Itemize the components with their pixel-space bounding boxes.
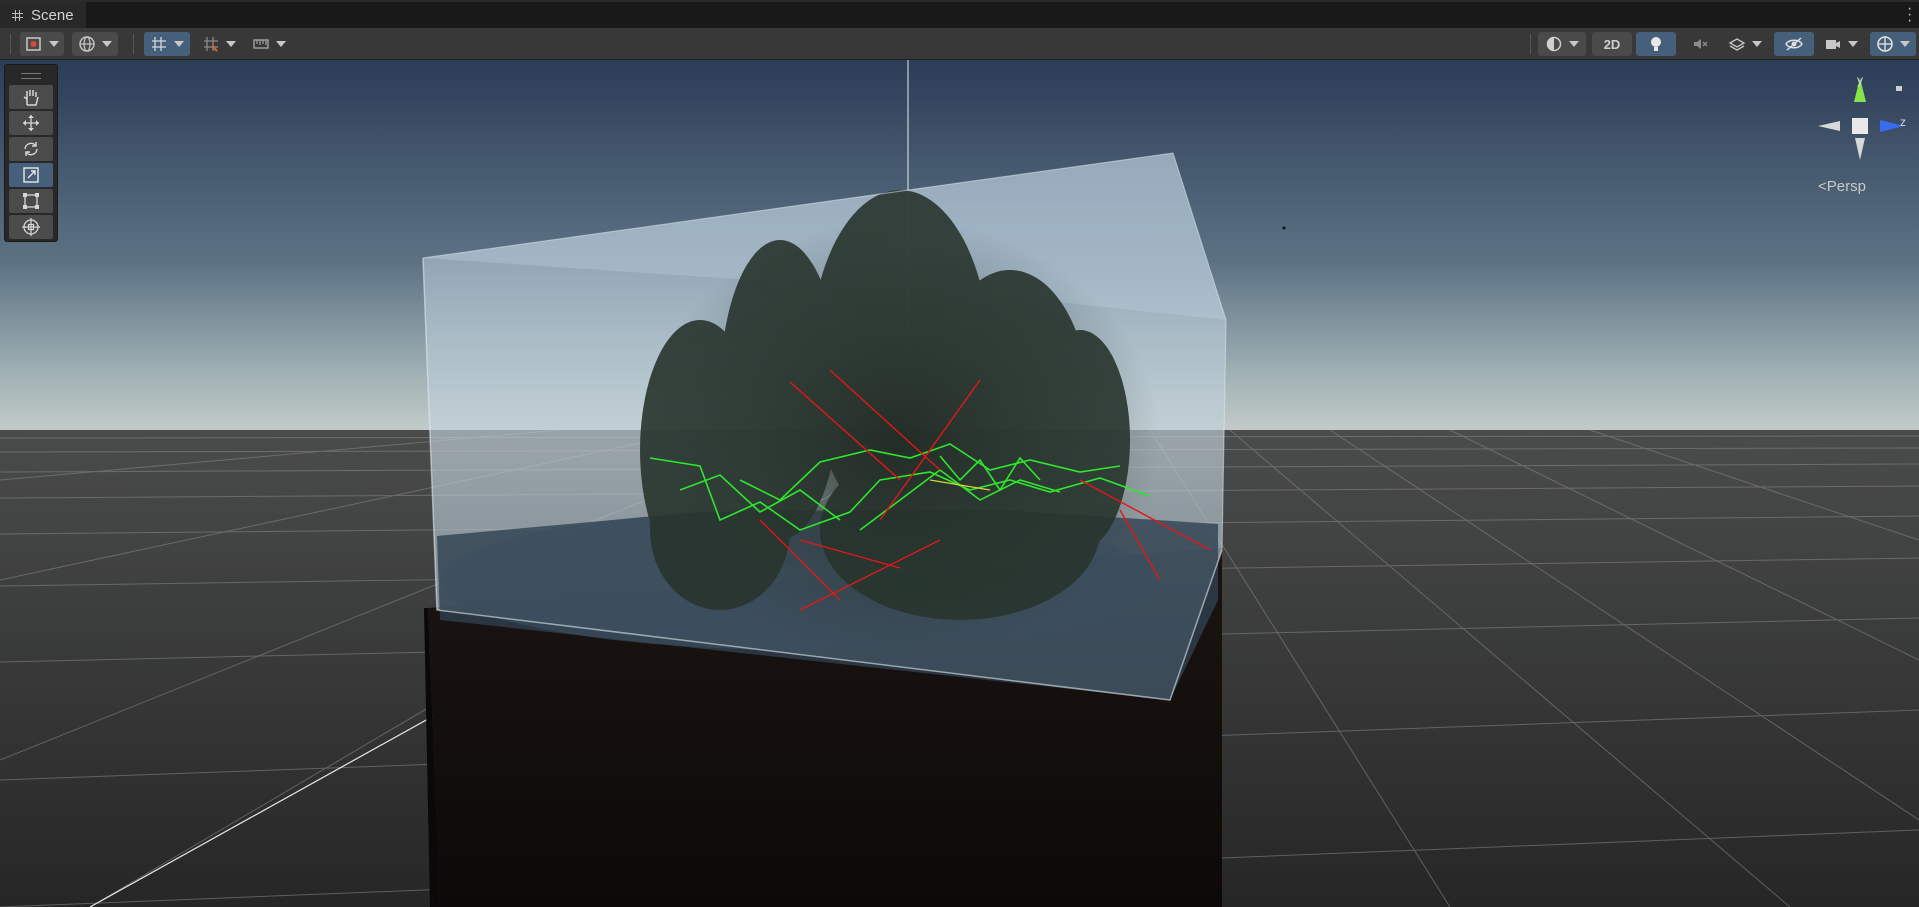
lighting-toggle[interactable] — [1636, 32, 1676, 56]
center-cube[interactable] — [1852, 118, 1868, 134]
more-options-icon[interactable]: · · · — [1907, 1, 1912, 29]
tool-handle-toggle[interactable] — [20, 32, 64, 56]
tool-palette — [4, 64, 58, 242]
scene-tab-bar: Scene · · · — [0, 0, 1919, 29]
toolbar-separator — [10, 34, 11, 54]
grid-icon — [12, 9, 23, 21]
audio-mute-icon — [1694, 39, 1708, 49]
rotate-tool[interactable] — [9, 137, 53, 161]
hand-icon — [23, 90, 39, 106]
effects-stack-icon — [1728, 38, 1746, 51]
z-axis-label: z — [1900, 115, 1906, 129]
y-axis-label: y — [1857, 74, 1863, 87]
transform-all-icon — [22, 218, 40, 236]
toggle-2d-label: 2D — [1603, 36, 1621, 52]
camera-icon — [1826, 40, 1840, 49]
neg-x-axis-handle[interactable] — [1818, 121, 1840, 131]
toolbar-separator — [133, 34, 134, 54]
pivot-global-toggle[interactable] — [72, 32, 118, 56]
projection-toggle[interactable]: <Persp — [1818, 178, 1866, 195]
globe-icon — [79, 36, 95, 52]
scale-icon — [23, 167, 39, 183]
draw-mode-dropdown[interactable] — [1538, 32, 1586, 56]
rect-tool[interactable] — [9, 189, 53, 213]
lock-icon[interactable] — [1896, 86, 1902, 91]
shaded-sphere-icon — [1546, 36, 1562, 52]
orientation-gizmo[interactable]: y z — [1810, 73, 1910, 174]
increment-snap-icon — [204, 37, 218, 52]
scene-tab[interactable]: Scene — [0, 2, 86, 28]
gizmo-handle-icon — [26, 37, 41, 51]
gizmos-dropdown[interactable] — [1870, 32, 1916, 56]
effects-dropdown[interactable] — [1722, 32, 1768, 56]
scene-visibility-toggle[interactable] — [1774, 32, 1814, 56]
scale-tool[interactable] — [9, 163, 53, 187]
camera-settings-dropdown[interactable] — [1818, 32, 1864, 56]
hidden-eye-icon — [1785, 37, 1803, 51]
gizmo-globe-icon — [1877, 36, 1893, 52]
lightbulb-icon — [1651, 37, 1661, 51]
scene-tab-label: Scene — [31, 6, 74, 24]
toggle-2d-button[interactable]: 2D — [1592, 32, 1632, 56]
ruler-icon — [253, 39, 269, 49]
ruler-toggle[interactable] — [246, 32, 292, 56]
increment-snapping-toggle[interactable] — [196, 32, 242, 56]
palette-drag-handle[interactable] — [21, 73, 41, 79]
toolbar-separator — [1530, 34, 1531, 54]
rotate-icon — [24, 142, 38, 156]
grid-snap-icon — [152, 37, 166, 51]
move-tool[interactable] — [9, 111, 53, 135]
move-arrows-icon — [23, 115, 39, 131]
scene-viewport[interactable] — [0, 60, 1919, 907]
grid-snapping-toggle[interactable] — [144, 32, 190, 56]
scene-render[interactable] — [0, 60, 1919, 907]
neg-y-axis-handle[interactable] — [1855, 138, 1865, 160]
hand-tool[interactable] — [9, 85, 53, 109]
rect-transform-icon — [23, 193, 39, 209]
scene-toolbar: 2D — [0, 28, 1919, 60]
transform-tool[interactable] — [9, 215, 53, 239]
audio-toggle[interactable] — [1680, 32, 1720, 56]
